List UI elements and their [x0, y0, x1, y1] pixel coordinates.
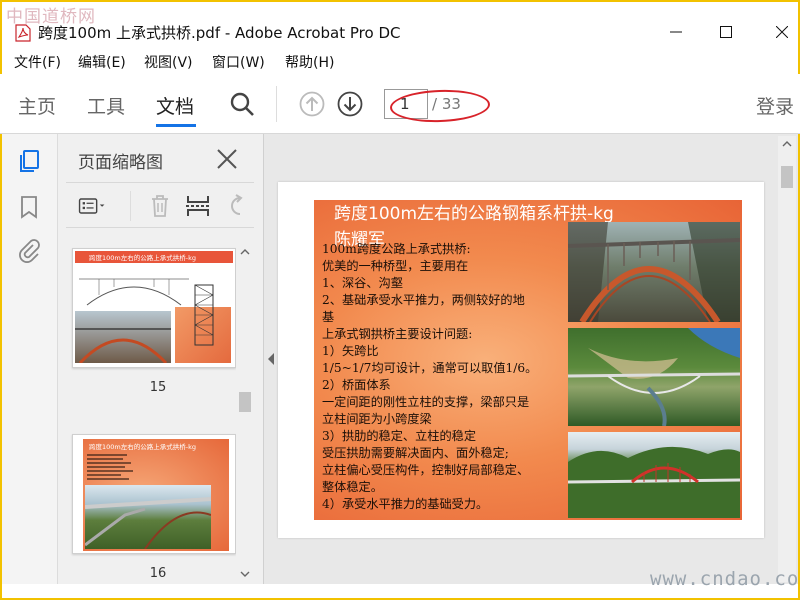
thumbnail-15-title: 跨度100m左右的公路上承式拱桥-kg: [89, 254, 196, 262]
document-scrollbar-thumb[interactable]: [781, 166, 793, 188]
arch-bridge-illustration-1: [568, 222, 740, 322]
slide-line: 1/5~1/7均可设计，通常可以取值1/6。: [322, 361, 538, 375]
tab-document[interactable]: 文档: [156, 92, 194, 119]
insert-page-icon[interactable]: [184, 193, 212, 219]
panel-tools-divider: [130, 191, 131, 221]
slide-line: 整体稳定。: [322, 480, 383, 494]
page-thumbnails-icon[interactable]: [16, 148, 42, 174]
slide-line: 3）拱肋的稳定、立柱的稳定: [322, 429, 477, 443]
menu-view[interactable]: 视图(V): [144, 52, 193, 72]
slide-line: 100m跨度公路上承式拱桥:: [322, 242, 471, 256]
thumbnail-15-tower: [194, 284, 214, 346]
arch-bridge-illustration-2: [568, 328, 740, 426]
thumbnail-16-title: 跨度100m左右的公路上承式拱桥-kg: [89, 443, 196, 451]
rotate-page-icon[interactable]: [226, 193, 250, 219]
title-bar: 中国道桥网 跨度100m 上承式拱桥.pdf - Adobe Acrobat P…: [0, 0, 800, 50]
document-scrollbar[interactable]: [778, 136, 796, 582]
maximize-button[interactable]: [706, 16, 746, 48]
maximize-icon: [720, 26, 732, 38]
bridge-photo-3: [568, 432, 740, 518]
slide-line: 2、基础承受水平推力，两侧较好的地: [322, 293, 525, 307]
pdf-file-icon: [15, 24, 31, 42]
watermark-bottom: www.cndao.com: [650, 568, 800, 590]
thumbnail-16-bridge: [84, 497, 212, 550]
next-page-icon[interactable]: [336, 90, 364, 118]
thumbnail-15-content: 跨度100m左右的公路上承式拱桥-kg: [75, 251, 233, 365]
slide-line: 基: [322, 310, 335, 324]
delete-page-icon[interactable]: [146, 193, 174, 219]
navigation-rail: [0, 134, 58, 584]
thumbnail-15-drawing: [79, 278, 189, 306]
thumbnail-tools: [66, 182, 254, 228]
minimize-icon: [670, 31, 682, 33]
slide-line: 1）矢跨比: [322, 344, 379, 358]
panel-title: 页面缩略图: [78, 153, 163, 173]
slide-line: 立柱偏心受压构件，控制好局部稳定、: [322, 463, 530, 477]
window-title: 跨度100m 上承式拱桥.pdf - Adobe Acrobat Pro DC: [38, 24, 401, 42]
menu-window[interactable]: 窗口(W): [212, 52, 265, 72]
page-thumbnail-16[interactable]: 跨度100m左右的公路上承式拱桥-kg: [72, 434, 236, 554]
thumbnail-scrollbar[interactable]: [236, 246, 254, 582]
thumbnail-options-icon[interactable]: [78, 193, 106, 219]
slide-line: 1、深谷、沟壑: [322, 276, 403, 290]
slide-line: 优美的一种桥型，主要用在: [322, 259, 469, 273]
collapse-panel-icon[interactable]: [266, 352, 276, 366]
login-link[interactable]: 登录: [756, 92, 794, 119]
slide: 跨度100m左右的公路钢箱系杆拱-kg 陈耀军 100m跨度公路上承式拱桥: 优…: [314, 200, 742, 520]
document-area: 跨度100m左右的公路钢箱系杆拱-kg 陈耀军 100m跨度公路上承式拱桥: 优…: [264, 134, 800, 584]
slide-line: 立柱间距为小跨度梁: [322, 412, 432, 426]
slide-line: 受压拱肋需要解决面内、面外稳定;: [322, 446, 509, 460]
thumbnail-16-photo: [84, 485, 212, 550]
bridge-photo-2: [568, 328, 740, 426]
close-panel-icon[interactable]: [214, 146, 240, 172]
slide-line: 4）承受水平推力的基础受力。: [322, 497, 489, 511]
thumbnail-16-content: 跨度100m左右的公路上承式拱桥-kg: [83, 439, 229, 551]
doc-scroll-up-icon[interactable]: [782, 140, 792, 148]
thumbnail-16-label: 16: [149, 566, 167, 581]
tab-home[interactable]: 主页: [18, 92, 56, 119]
menu-edit[interactable]: 编辑(E): [78, 52, 126, 72]
thumbnail-15-label: 15: [149, 380, 167, 395]
page-thumbnail-15[interactable]: 跨度100m左右的公路上承式拱桥-kg: [72, 248, 236, 368]
slide-body: 100m跨度公路上承式拱桥: 优美的一种桥型，主要用在 1、深谷、沟壑 2、基础…: [322, 241, 572, 513]
thumbnail-16-text-lines: [87, 454, 133, 480]
menu-bar: 文件(F) 编辑(E) 视图(V) 窗口(W) 帮助(H): [0, 50, 800, 74]
slide-line: 2）桥面体系: [322, 378, 391, 392]
slide-line: 一定间距的刚性立柱的支撑，梁部只是: [322, 395, 530, 409]
close-window-button[interactable]: [762, 16, 800, 48]
previous-page-icon[interactable]: [298, 90, 326, 118]
active-tab-indicator: [156, 124, 196, 127]
thumbnail-panel: 页面缩略图 跨度100m左右的公路上承式拱桥-kg 15 跨度100m左右的公路…: [58, 134, 264, 584]
thumbnail-15-arch: [75, 328, 171, 365]
arch-bridge-illustration-3: [568, 446, 740, 518]
tab-tools[interactable]: 工具: [87, 92, 125, 119]
scroll-up-icon[interactable]: [240, 248, 250, 256]
toolbar-divider: [276, 86, 277, 122]
pdf-page: 跨度100m左右的公路钢箱系杆拱-kg 陈耀军 100m跨度公路上承式拱桥: 优…: [278, 182, 764, 538]
bridge-photo-1: [568, 222, 740, 322]
scroll-down-icon[interactable]: [240, 570, 250, 578]
bookmark-icon[interactable]: [16, 194, 42, 220]
thumbnail-scrollbar-thumb[interactable]: [239, 392, 251, 412]
menu-file[interactable]: 文件(F): [14, 52, 61, 72]
menu-help[interactable]: 帮助(H): [285, 52, 334, 72]
close-icon: [776, 26, 788, 38]
slide-line: 上承式钢拱桥主要设计问题:: [322, 327, 473, 341]
search-icon[interactable]: [228, 90, 256, 118]
minimize-button[interactable]: [656, 16, 696, 48]
attachment-icon[interactable]: [16, 238, 42, 264]
thumbnail-15-photo: [75, 311, 171, 365]
